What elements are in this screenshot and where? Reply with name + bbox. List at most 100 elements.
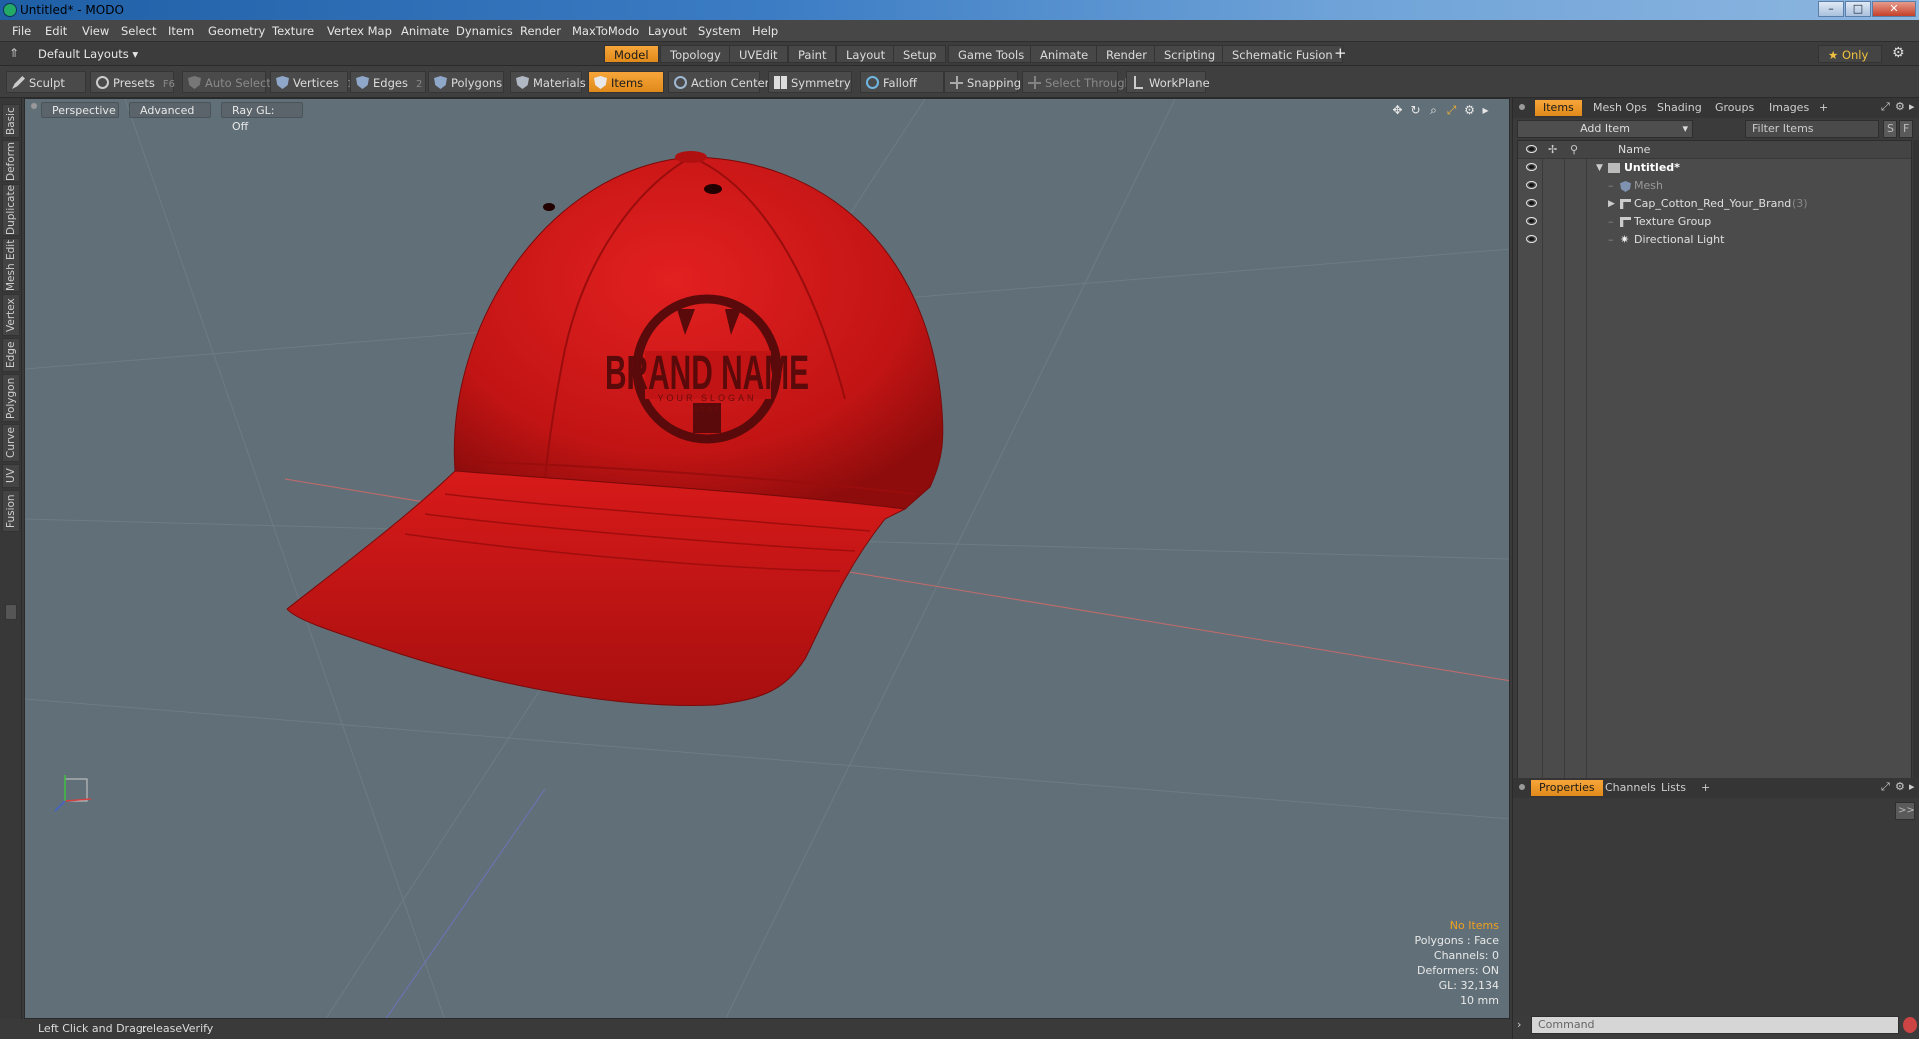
vtab-edge[interactable]: Edge (2, 338, 20, 372)
tree-row-untitled[interactable]: ▼ Untitled* (1518, 159, 1911, 177)
vtab-vertex[interactable]: Vertex (2, 294, 20, 336)
filter-f-button[interactable]: F (1899, 120, 1913, 138)
tab-items[interactable]: Items (1535, 100, 1582, 116)
tab-lists[interactable]: Lists (1653, 780, 1694, 796)
menu-select[interactable]: Select (121, 24, 156, 38)
gear-icon[interactable]: ⚙ (1892, 45, 1905, 61)
zoom-icon[interactable]: ⌕ (1427, 104, 1440, 117)
properties-arrow-icon[interactable]: ▸ (1909, 780, 1915, 793)
add-panel-tab-button[interactable]: + (1811, 100, 1836, 116)
tab-uvedit[interactable]: UVEdit (729, 45, 788, 63)
materials-button[interactable]: Materials (510, 71, 586, 93)
viewport-settings-icon[interactable]: ⚙ (1463, 104, 1476, 117)
visibility-eye-icon[interactable] (1526, 235, 1537, 243)
menu-texture[interactable]: Texture (272, 24, 314, 38)
close-window-button[interactable]: ✕ (1872, 1, 1916, 17)
layout-menu-icon[interactable]: ⇑ (9, 46, 19, 60)
action-center-button[interactable]: Action Center (668, 71, 769, 93)
pan-icon[interactable]: ✥ (1391, 104, 1404, 117)
vtab-curve[interactable]: Curve (2, 424, 20, 462)
tab-schematic-fusion[interactable]: Schematic Fusion (1222, 45, 1343, 63)
vtab-mesh-edit[interactable]: Mesh Edit (2, 238, 20, 292)
rotate-icon[interactable]: ↻ (1409, 104, 1422, 117)
panel-toggle-button[interactable] (5, 604, 17, 620)
menu-layout[interactable]: Layout (648, 24, 687, 38)
select-through-button[interactable]: Select Through (1022, 71, 1132, 93)
raygl-toggle[interactable]: Ray GL: Off (221, 102, 303, 133)
tab-animate[interactable]: Animate (1030, 45, 1099, 63)
menu-file[interactable]: File (12, 24, 31, 38)
menu-render[interactable]: Render (520, 24, 561, 38)
items-button[interactable]: Items (588, 71, 664, 93)
command-stop-icon[interactable] (1903, 1017, 1917, 1033)
fit-icon[interactable]: ⤢ (1445, 104, 1458, 117)
menu-maxtomodo[interactable]: MaxToModo (572, 24, 639, 38)
vtab-basic[interactable]: Basic (2, 104, 20, 138)
layout-preset-dropdown[interactable]: Default Layouts ▾ (38, 47, 138, 61)
workplane-button[interactable]: WorkPlane (1126, 71, 1210, 93)
expand-panel-icon[interactable]: ⤢ (1881, 100, 1890, 114)
tab-shading[interactable]: Shading (1649, 100, 1710, 116)
filter-items-input[interactable]: Filter Items (1745, 120, 1879, 138)
vtab-fusion[interactable]: Fusion (2, 490, 20, 532)
maximize-button[interactable]: □ (1845, 1, 1871, 17)
falloff-button[interactable]: Falloff (860, 71, 944, 93)
panel-gear-icon[interactable]: ⚙ (1895, 100, 1905, 113)
properties-menu-dot[interactable] (1519, 784, 1525, 790)
viewport-expand-icon[interactable]: ▸ (1479, 104, 1492, 117)
shading-dropdown[interactable]: Advanced (129, 102, 211, 118)
polygons-button[interactable]: Polygons (428, 71, 504, 93)
vtab-duplicate[interactable]: Duplicate (2, 184, 20, 236)
tab-layout[interactable]: Layout (836, 45, 896, 63)
menu-dynamics[interactable]: Dynamics (456, 24, 513, 38)
visibility-eye-icon[interactable] (1526, 217, 1537, 225)
vertices-button[interactable]: Vertices1 (270, 71, 353, 93)
viewport-menu-dot[interactable] (31, 103, 37, 109)
tab-properties[interactable]: Properties (1531, 780, 1603, 796)
visibility-eye-icon[interactable] (1526, 163, 1537, 171)
panel-arrow-icon[interactable]: ▸ (1909, 100, 1915, 113)
add-layout-tab-button[interactable]: + (1334, 44, 1347, 62)
vtab-polygon[interactable]: Polygon (2, 374, 20, 422)
properties-expand-icon[interactable]: ⤢ (1881, 780, 1890, 794)
tab-mesh-ops[interactable]: Mesh Ops (1585, 100, 1655, 116)
vtab-uv[interactable]: UV (2, 464, 20, 488)
tree-row-directional-light[interactable]: – ✷ Directional Light (1518, 231, 1911, 249)
expand-properties-button[interactable]: >> (1895, 802, 1915, 820)
menu-system[interactable]: System (698, 24, 741, 38)
panel-menu-dot[interactable] (1519, 104, 1525, 110)
visibility-eye-icon[interactable] (1526, 199, 1537, 207)
tab-topology[interactable]: Topology (660, 45, 731, 63)
visibility-eye-icon[interactable] (1526, 181, 1537, 189)
tree-row-mesh[interactable]: – Mesh (1518, 177, 1911, 195)
sculpt-button[interactable]: Sculpt (6, 71, 86, 93)
properties-gear-icon[interactable]: ⚙ (1895, 780, 1905, 793)
tab-groups[interactable]: Groups (1707, 100, 1762, 116)
menu-edit[interactable]: Edit (45, 24, 67, 38)
vtab-deform[interactable]: Deform (2, 140, 20, 182)
menu-view[interactable]: View (82, 24, 109, 38)
tab-setup[interactable]: Setup (893, 45, 947, 63)
symmetry-button[interactable]: Symmetry (768, 71, 852, 93)
add-properties-tab-button[interactable]: + (1693, 780, 1718, 796)
expand-arrow-icon[interactable]: ▼ (1596, 159, 1603, 177)
command-input[interactable]: Command (1531, 1016, 1899, 1034)
tab-images[interactable]: Images (1761, 100, 1817, 116)
edges-button[interactable]: Edges 2 (350, 71, 426, 93)
menu-animate[interactable]: Animate (401, 24, 449, 38)
presets-button[interactable]: Presets F6 (90, 71, 175, 93)
tab-model[interactable]: Model (604, 45, 659, 63)
menu-vertex-map[interactable]: Vertex Map (327, 24, 392, 38)
view-mode-dropdown[interactable]: Perspective (41, 102, 119, 118)
menu-item[interactable]: Item (168, 24, 194, 38)
only-toggle[interactable]: ★ Only (1818, 45, 1882, 63)
filter-s-button[interactable]: S (1883, 120, 1897, 138)
menu-geometry[interactable]: Geometry (208, 24, 265, 38)
auto-select-button[interactable]: Auto Select (182, 71, 271, 93)
tab-render[interactable]: Render (1096, 45, 1157, 63)
expand-arrow-icon[interactable]: ▶ (1608, 195, 1615, 213)
menu-help[interactable]: Help (752, 24, 778, 38)
add-item-dropdown[interactable]: Add Item ▾ (1517, 120, 1693, 138)
tree-row-cap[interactable]: ▶ Cap_Cotton_Red_Your_Brand (3) (1518, 195, 1911, 213)
tree-row-texture-group[interactable]: – Texture Group (1518, 213, 1911, 231)
